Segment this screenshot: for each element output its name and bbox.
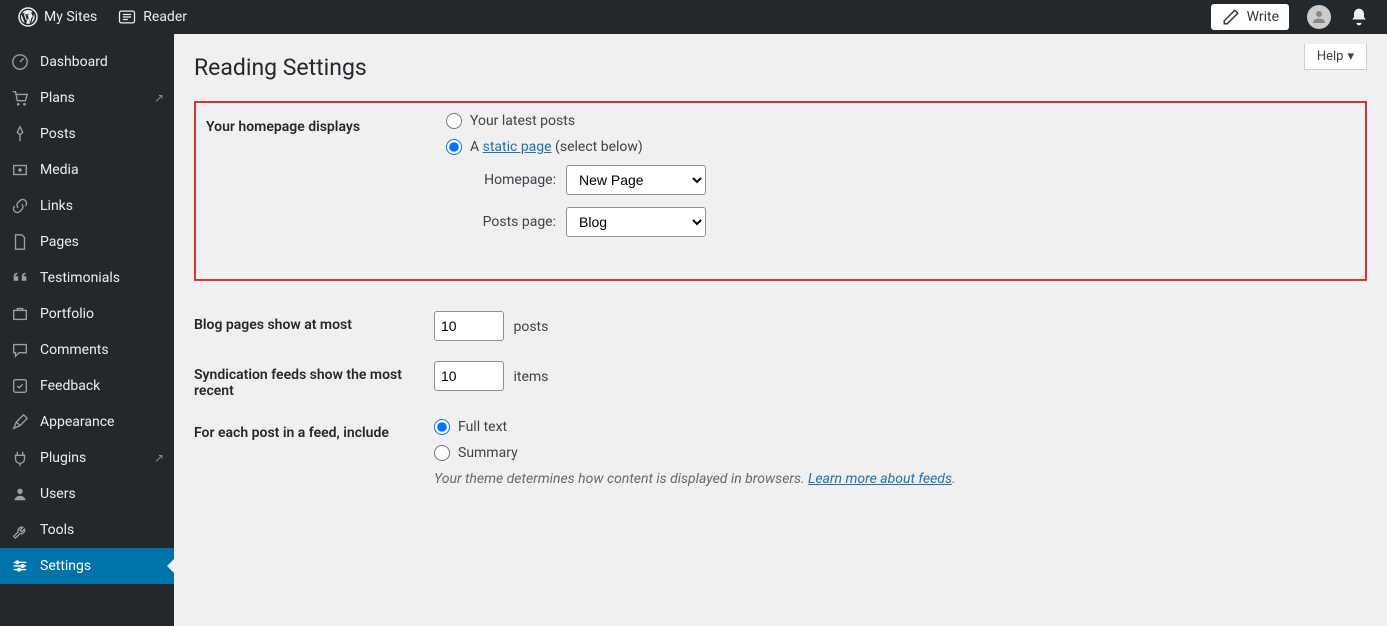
wordpress-icon bbox=[18, 7, 38, 27]
user-avatar[interactable] bbox=[1307, 5, 1331, 29]
quote-icon bbox=[10, 268, 30, 288]
bell-icon bbox=[1349, 7, 1369, 27]
page-icon bbox=[10, 232, 30, 252]
sidebar-label: Appearance bbox=[40, 414, 114, 430]
radio-latest-posts-input[interactable] bbox=[446, 113, 462, 129]
syndication-label: Syndication feeds show the most recent bbox=[194, 361, 434, 399]
notifications-button[interactable] bbox=[1339, 0, 1379, 34]
sidebar-label: Settings bbox=[40, 558, 91, 574]
reader-label: Reader bbox=[143, 9, 187, 25]
topbar-right: Write bbox=[1211, 0, 1379, 34]
sidebar-label: Tools bbox=[40, 522, 74, 538]
sidebar-item-settings[interactable]: Settings bbox=[0, 548, 174, 584]
dashboard-icon bbox=[10, 52, 30, 72]
page-title: Reading Settings bbox=[194, 54, 1367, 81]
radio-full-text-label: Full text bbox=[458, 419, 507, 435]
sidebar-label: Links bbox=[40, 198, 73, 214]
admin-topbar: My Sites Reader Write bbox=[0, 0, 1387, 34]
sidebar-label: Pages bbox=[40, 234, 79, 250]
homepage-section-highlight: Your homepage displays Your latest posts… bbox=[194, 101, 1367, 281]
homepage-select-label: Homepage: bbox=[466, 172, 556, 188]
sidebar-label: Testimonials bbox=[40, 270, 120, 286]
write-button[interactable]: Write bbox=[1211, 4, 1289, 30]
items-suffix: items bbox=[513, 369, 548, 385]
comment-icon bbox=[10, 340, 30, 360]
sidebar-item-comments[interactable]: Comments bbox=[0, 332, 174, 368]
homepage-select[interactable]: New Page bbox=[566, 165, 706, 195]
sidebar-item-posts[interactable]: Posts bbox=[0, 116, 174, 152]
my-sites-label: My Sites bbox=[44, 9, 97, 25]
admin-sidebar: Dashboard Plans ↗ Posts Media Links Pages… bbox=[0, 34, 174, 626]
radio-summary-label: Summary bbox=[458, 445, 518, 461]
radio-full-text-input[interactable] bbox=[434, 419, 450, 435]
posts-suffix: posts bbox=[513, 319, 548, 335]
reader-link[interactable]: Reader bbox=[107, 0, 197, 34]
feed-description: Your theme determines how content is dis… bbox=[434, 471, 1367, 487]
help-label: Help bbox=[1317, 49, 1344, 64]
main-content: Help ▾ Reading Settings Your homepage di… bbox=[174, 34, 1387, 626]
sidebar-label: Media bbox=[40, 162, 79, 178]
link-icon bbox=[10, 196, 30, 216]
blog-pages-label: Blog pages show at most bbox=[194, 311, 434, 333]
radio-summary[interactable]: Summary bbox=[434, 445, 1367, 461]
sidebar-label: Dashboard bbox=[40, 54, 108, 70]
brush-icon bbox=[10, 412, 30, 432]
settings-icon bbox=[10, 556, 30, 576]
sidebar-item-dashboard[interactable]: Dashboard bbox=[0, 44, 174, 80]
sidebar-item-pages[interactable]: Pages bbox=[0, 224, 174, 260]
syndication-input[interactable] bbox=[434, 361, 504, 391]
sidebar-label: Users bbox=[40, 486, 76, 502]
my-sites-link[interactable]: My Sites bbox=[8, 0, 107, 34]
posts-page-select[interactable]: Blog bbox=[566, 207, 706, 237]
help-button[interactable]: Help ▾ bbox=[1304, 44, 1367, 70]
cart-icon bbox=[10, 88, 30, 108]
reader-icon bbox=[117, 7, 137, 27]
desc-prefix: Your theme determines how content is dis… bbox=[434, 471, 808, 487]
write-label: Write bbox=[1247, 9, 1279, 25]
sidebar-item-appearance[interactable]: Appearance bbox=[0, 404, 174, 440]
learn-more-feeds-link[interactable]: Learn more about feeds bbox=[808, 471, 952, 487]
sidebar-item-media[interactable]: Media bbox=[0, 152, 174, 188]
feed-content-label: For each post in a feed, include bbox=[194, 419, 434, 441]
blog-pages-input[interactable] bbox=[434, 311, 504, 341]
pin-icon bbox=[10, 124, 30, 144]
radio-static-page-input[interactable] bbox=[446, 139, 462, 155]
sidebar-item-plugins[interactable]: Plugins ↗ bbox=[0, 440, 174, 476]
radio-full-text[interactable]: Full text bbox=[434, 419, 1367, 435]
radio-latest-posts[interactable]: Your latest posts bbox=[446, 113, 1355, 129]
static-page-link[interactable]: static page bbox=[483, 139, 552, 155]
posts-page-select-label: Posts page: bbox=[466, 214, 556, 230]
homepage-displays-label: Your homepage displays bbox=[206, 113, 446, 135]
users-icon bbox=[10, 484, 30, 504]
radio-latest-posts-label: Your latest posts bbox=[470, 113, 575, 129]
sidebar-label: Feedback bbox=[40, 378, 100, 394]
chevron-down-icon: ▾ bbox=[1347, 49, 1354, 64]
topbar-left: My Sites Reader bbox=[8, 0, 197, 34]
sidebar-item-plans[interactable]: Plans ↗ bbox=[0, 80, 174, 116]
sidebar-item-feedback[interactable]: Feedback bbox=[0, 368, 174, 404]
sidebar-item-links[interactable]: Links bbox=[0, 188, 174, 224]
desc-suffix: . bbox=[952, 471, 956, 487]
plug-icon bbox=[10, 448, 30, 468]
sidebar-label: Plugins bbox=[40, 450, 86, 466]
sidebar-item-testimonials[interactable]: Testimonials bbox=[0, 260, 174, 296]
media-icon bbox=[10, 160, 30, 180]
feedback-icon bbox=[10, 376, 30, 396]
sidebar-label: Portfolio bbox=[40, 306, 94, 322]
sidebar-label: Plans bbox=[40, 90, 75, 106]
wrench-icon bbox=[10, 520, 30, 540]
sidebar-label: Posts bbox=[40, 126, 76, 142]
external-link-icon: ↗ bbox=[154, 451, 164, 465]
sidebar-item-portfolio[interactable]: Portfolio bbox=[0, 296, 174, 332]
radio-summary-input[interactable] bbox=[434, 445, 450, 461]
external-link-icon: ↗ bbox=[154, 91, 164, 105]
edit-icon bbox=[1221, 7, 1241, 27]
sidebar-item-users[interactable]: Users bbox=[0, 476, 174, 512]
portfolio-icon bbox=[10, 304, 30, 324]
static-suffix: (select below) bbox=[552, 139, 643, 155]
sidebar-label: Comments bbox=[40, 342, 109, 358]
radio-static-page[interactable]: A static page (select below) bbox=[446, 139, 1355, 155]
sidebar-item-tools[interactable]: Tools bbox=[0, 512, 174, 548]
static-prefix: A bbox=[470, 139, 483, 155]
